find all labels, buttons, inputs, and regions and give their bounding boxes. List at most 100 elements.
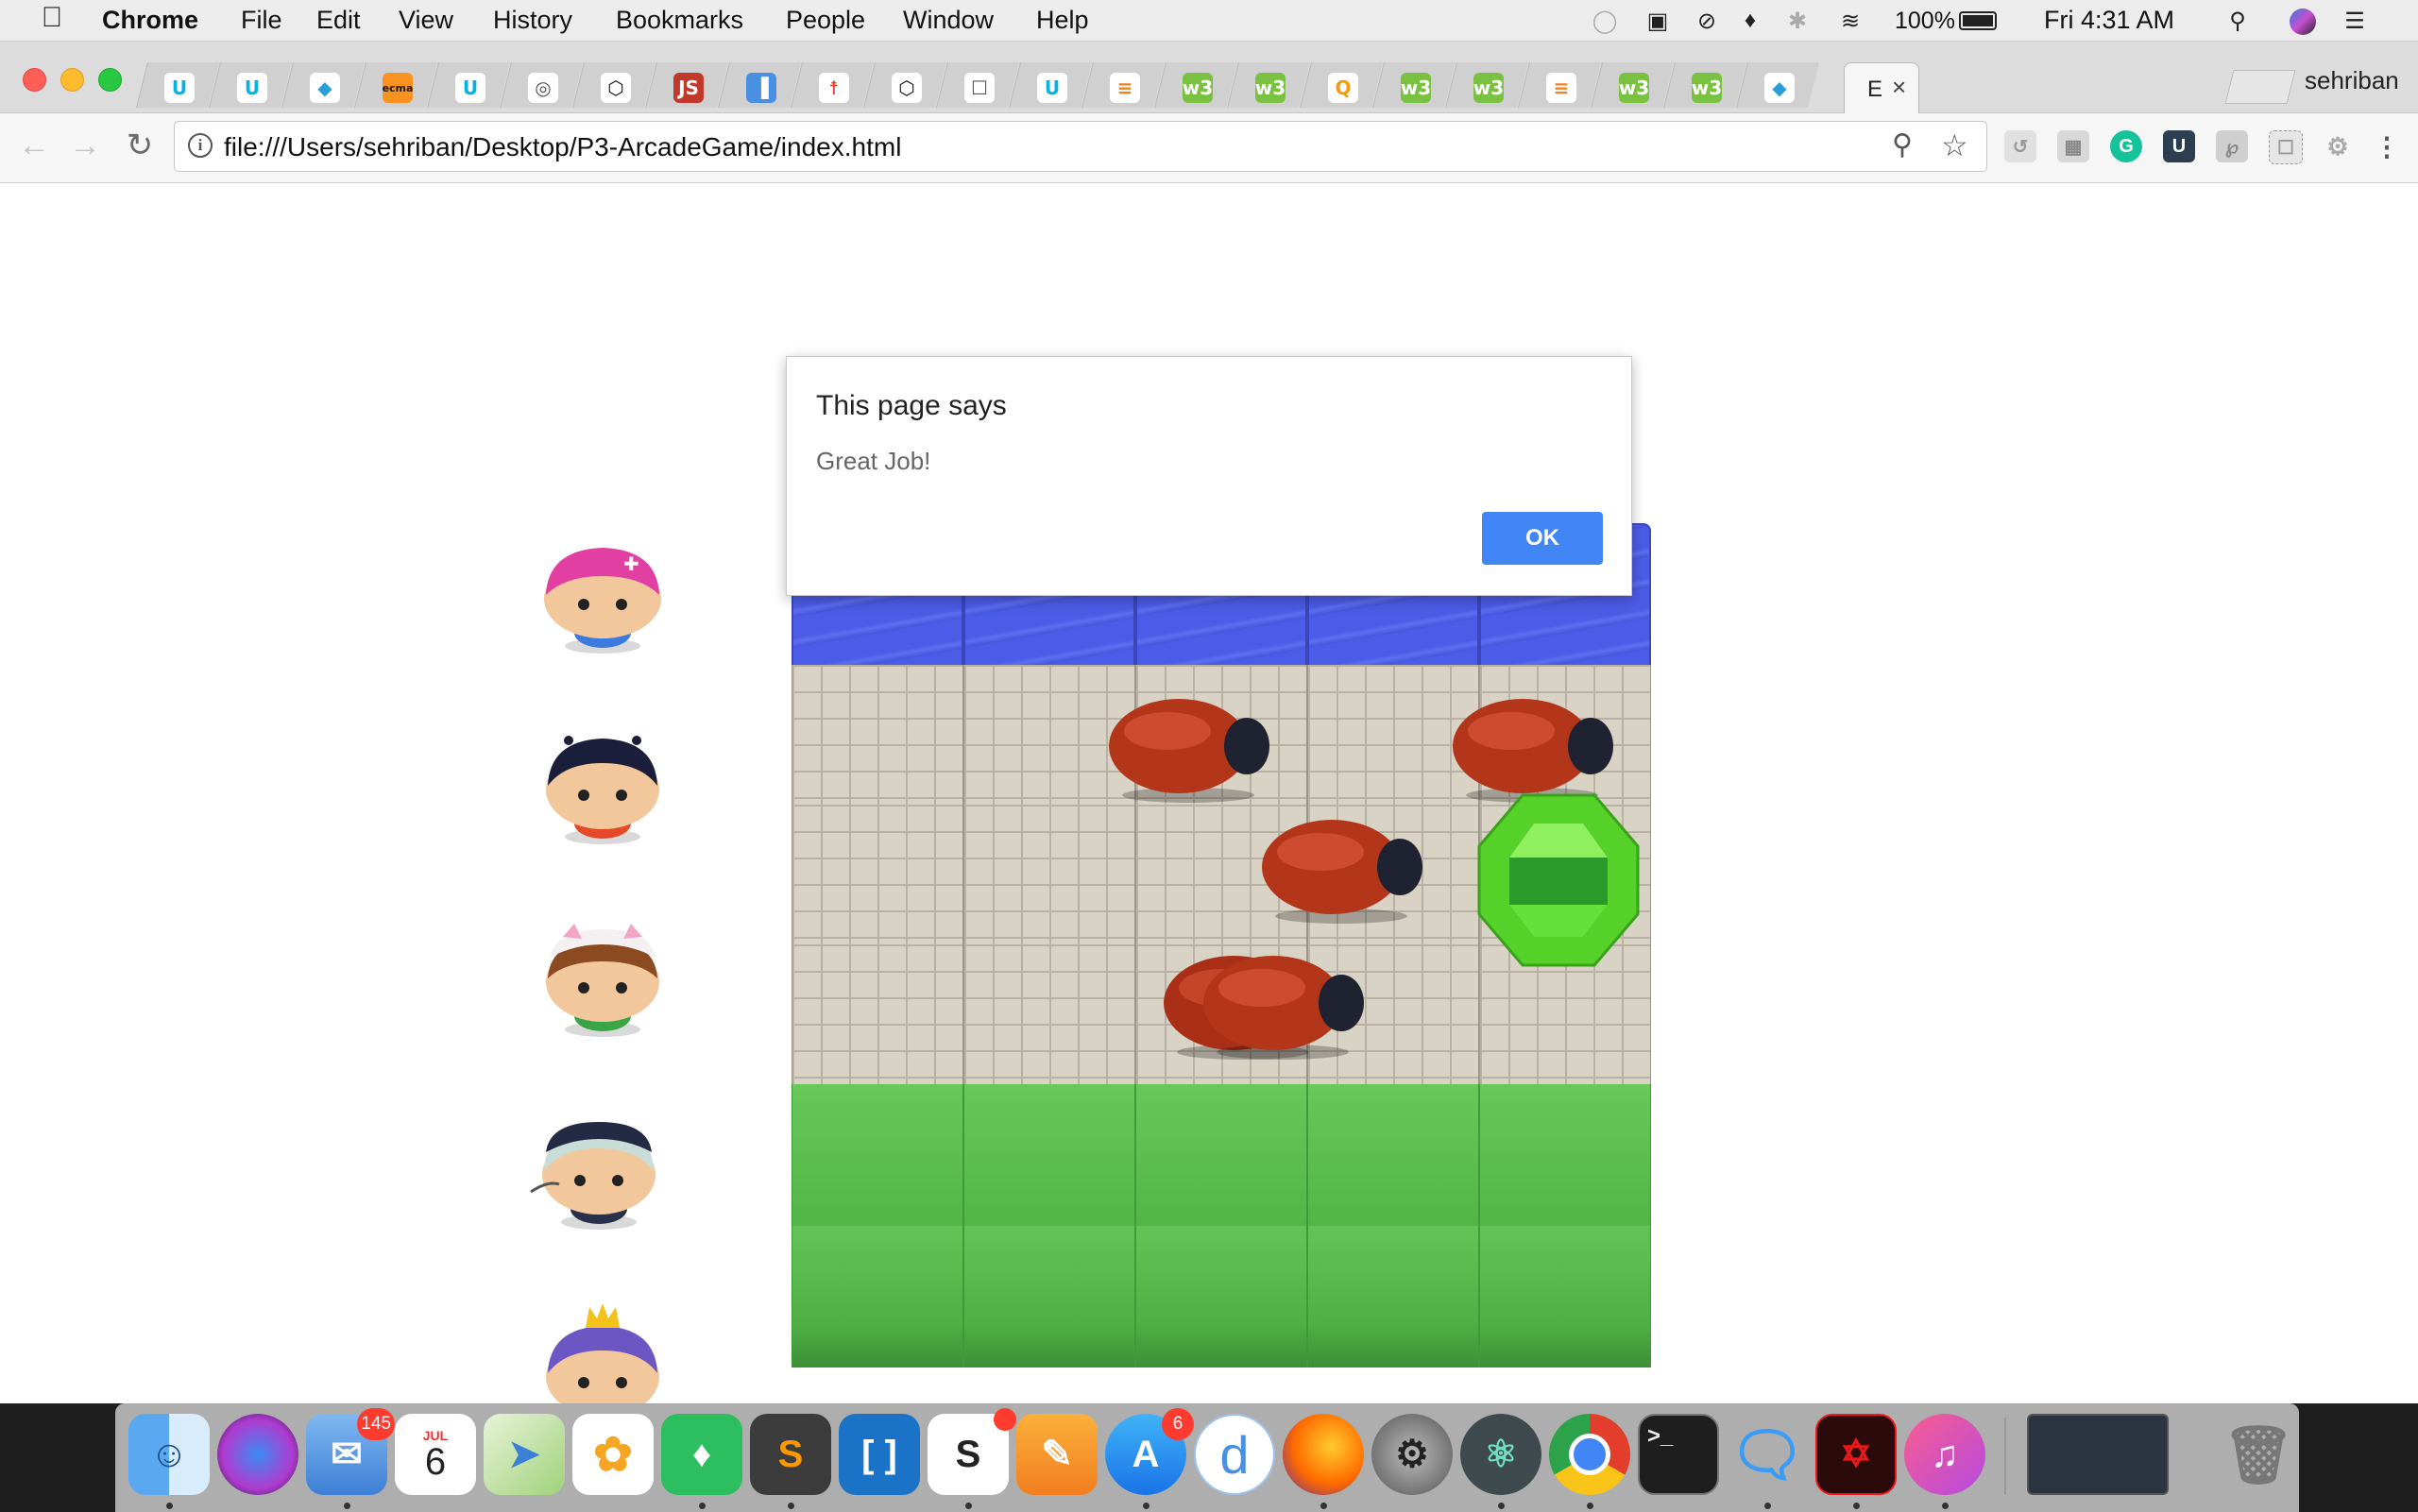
finder-icon[interactable]: ☺ [128, 1414, 210, 1495]
sublime-icon[interactable]: S [750, 1414, 831, 1495]
swirl-icon: ◎ [528, 73, 558, 103]
panther-icon: ◆ [1764, 73, 1795, 103]
system-preferences-icon[interactable]: ⚙ [1371, 1414, 1453, 1495]
siri-icon[interactable] [217, 1414, 298, 1495]
running-indicator [965, 1503, 972, 1509]
active-tab-title: E [1867, 76, 1883, 102]
terminal-icon[interactable]: >_ [1638, 1414, 1719, 1495]
grammarly-icon[interactable]: G [2110, 130, 2142, 162]
minimize-window-button[interactable] [60, 68, 84, 92]
brackets-icon[interactable]: [ ] [839, 1414, 920, 1495]
evernote-status-icon[interactable]: ♦ [1736, 7, 1764, 35]
menu-people[interactable]: People [786, 6, 865, 35]
menu-window[interactable]: Window [903, 6, 994, 35]
chrome-icon[interactable] [1549, 1414, 1630, 1495]
menu-help[interactable]: Help [1036, 6, 1089, 35]
itunes-icon[interactable]: ♫ [1904, 1414, 1985, 1495]
grass-tile [792, 1084, 963, 1226]
forward-button[interactable]: → [66, 127, 104, 164]
menu-file[interactable]: File [241, 6, 282, 35]
dropzone-status-icon[interactable]: ▣ [1643, 7, 1672, 35]
char-pink-girl[interactable]: ✚ [536, 542, 669, 657]
zoom-window-button[interactable] [98, 68, 122, 92]
slack-badge [994, 1408, 1016, 1431]
messages-icon[interactable]: 🗨 [1727, 1414, 1808, 1495]
bluetooth-icon[interactable]: ✱ [1783, 7, 1812, 35]
mail-icon[interactable]: ✉ 145 [306, 1408, 395, 1495]
firefox-icon[interactable] [1283, 1414, 1364, 1495]
udacity-extension-icon[interactable]: U [2163, 130, 2195, 162]
info-icon[interactable]: i [188, 133, 213, 158]
running-indicator [1587, 1503, 1593, 1509]
char-boy[interactable] [536, 731, 669, 846]
url-text[interactable]: file:///Users/sehriban/Desktop/P3-Arcade… [224, 132, 901, 162]
close-tab-icon[interactable]: × [1892, 73, 1906, 102]
grass-tile [1307, 1226, 1479, 1368]
new-tab-button[interactable] [2224, 70, 2296, 104]
spotlight-icon[interactable]: ⚲ [2223, 7, 2252, 35]
udacity-icon: U [237, 73, 267, 103]
battery-icon[interactable] [1959, 11, 1997, 30]
zoom-icon[interactable]: ⚲ [1892, 128, 1913, 161]
pages-icon[interactable]: ✎ [1016, 1414, 1098, 1495]
bars-icon: ▐ [746, 73, 776, 103]
w3-icon: w3 [1401, 73, 1431, 103]
browser-toolbar: ← → ↻ i file:///Users/sehriban/Desktop/P… [0, 113, 2418, 183]
tab-active[interactable]: E × [1844, 62, 1919, 113]
grass-tile [1479, 1084, 1651, 1226]
battery-percent: 100% [1895, 8, 1955, 34]
ecma-icon: ecma [383, 73, 413, 103]
ok-button[interactable]: OK [1482, 512, 1603, 565]
settings-extension-icon[interactable]: ⚙ [2322, 130, 2354, 162]
running-indicator [1498, 1503, 1505, 1509]
chrome-menu-icon[interactable]: ⋮ [2371, 130, 2403, 162]
extension-icon[interactable]: ↺ [2004, 130, 2036, 162]
menu-clock[interactable]: Fri 4:31 AM [2044, 6, 2174, 35]
app-store-icon[interactable]: A6 [1105, 1408, 1194, 1495]
char-princess-girl[interactable] [536, 1301, 669, 1403]
wifi-icon[interactable]: ≋ [1836, 7, 1865, 35]
trash-icon[interactable]: 🗑 [2218, 1414, 2299, 1495]
stackoverflow-icon: ≡ [1110, 73, 1140, 103]
apple-icon[interactable]:  [38, 2, 66, 33]
reload-button[interactable]: ↻ [121, 127, 159, 164]
stone-tile [792, 944, 963, 1086]
running-indicator [788, 1503, 794, 1509]
close-window-button[interactable] [23, 68, 46, 92]
menu-bookmarks[interactable]: Bookmarks [616, 6, 743, 35]
screenshot-extension-icon[interactable]: ☐ [2269, 130, 2303, 164]
terminal-prompt: >_ [1647, 1423, 1674, 1449]
enemy-bug [1109, 699, 1269, 803]
siri-menubar-icon[interactable] [2290, 8, 2316, 35]
address-bar[interactable]: i file:///Users/sehriban/Desktop/P3-Arca… [174, 121, 1987, 172]
evernote-icon[interactable]: ♦ [661, 1414, 742, 1495]
back-button[interactable]: ← [15, 127, 53, 164]
extension-icon[interactable]: ▦ [2057, 130, 2089, 162]
acrobat-icon[interactable]: ✡ [1815, 1414, 1897, 1495]
dash-status-icon[interactable]: ◯ [1591, 7, 1619, 35]
menu-edit[interactable]: Edit [316, 6, 361, 35]
stone-tile [963, 805, 1135, 946]
udacity-icon: U [164, 73, 195, 103]
char-horn-girl[interactable] [529, 1114, 661, 1230]
notification-center-icon[interactable]: ☰ [2341, 7, 2369, 35]
char-cat-girl[interactable] [536, 924, 669, 1039]
bookmark-star-icon[interactable]: ☆ [1941, 127, 1968, 163]
w3-icon: w3 [1473, 73, 1504, 103]
menu-view[interactable]: View [399, 6, 453, 35]
dash-icon[interactable]: d [1194, 1414, 1275, 1495]
calendar-icon[interactable]: JUL 6 [395, 1414, 476, 1495]
slack-icon[interactable]: S [928, 1408, 1016, 1495]
stone-tile [792, 665, 963, 807]
dnd-status-icon[interactable]: ⊘ [1693, 7, 1721, 35]
running-indicator [1320, 1503, 1327, 1509]
atom-icon[interactable]: ⚛ [1460, 1414, 1541, 1495]
maps-icon[interactable]: ➤ [484, 1414, 565, 1495]
js-icon: JS [673, 73, 704, 103]
extension-icon[interactable]: ℘ [2216, 130, 2248, 162]
menu-app-name[interactable]: Chrome [102, 6, 198, 35]
menu-history[interactable]: History [493, 6, 572, 35]
photos-icon[interactable]: ✿ [572, 1414, 654, 1495]
profile-name[interactable]: sehriban [2305, 66, 2399, 95]
terminal-window-icon[interactable] [2027, 1414, 2169, 1495]
